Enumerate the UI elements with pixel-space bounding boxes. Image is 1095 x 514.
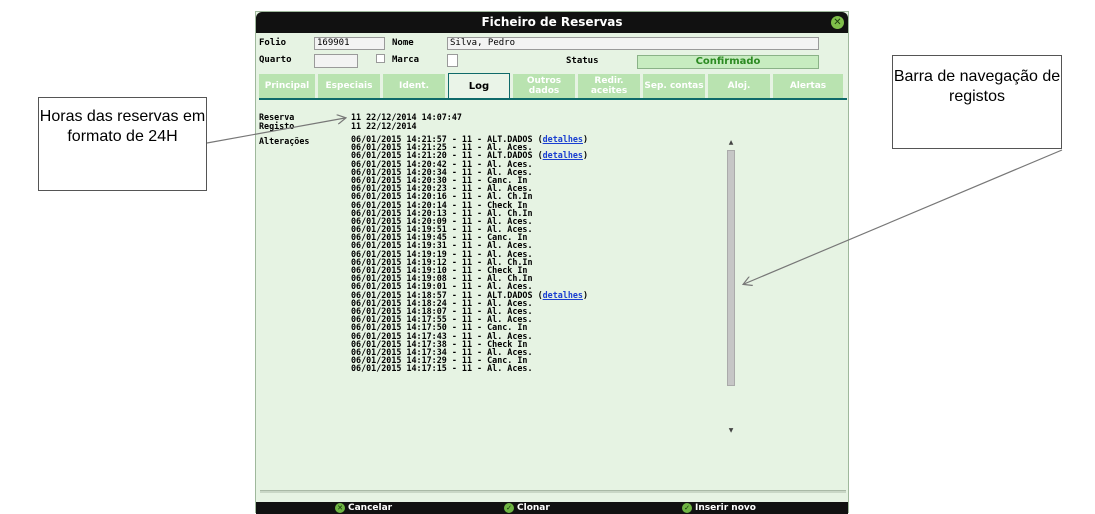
arrow-to-scrollbar [744,149,1063,284]
annotation-arrows [206,0,1063,513]
arrow-to-times [206,118,345,144]
